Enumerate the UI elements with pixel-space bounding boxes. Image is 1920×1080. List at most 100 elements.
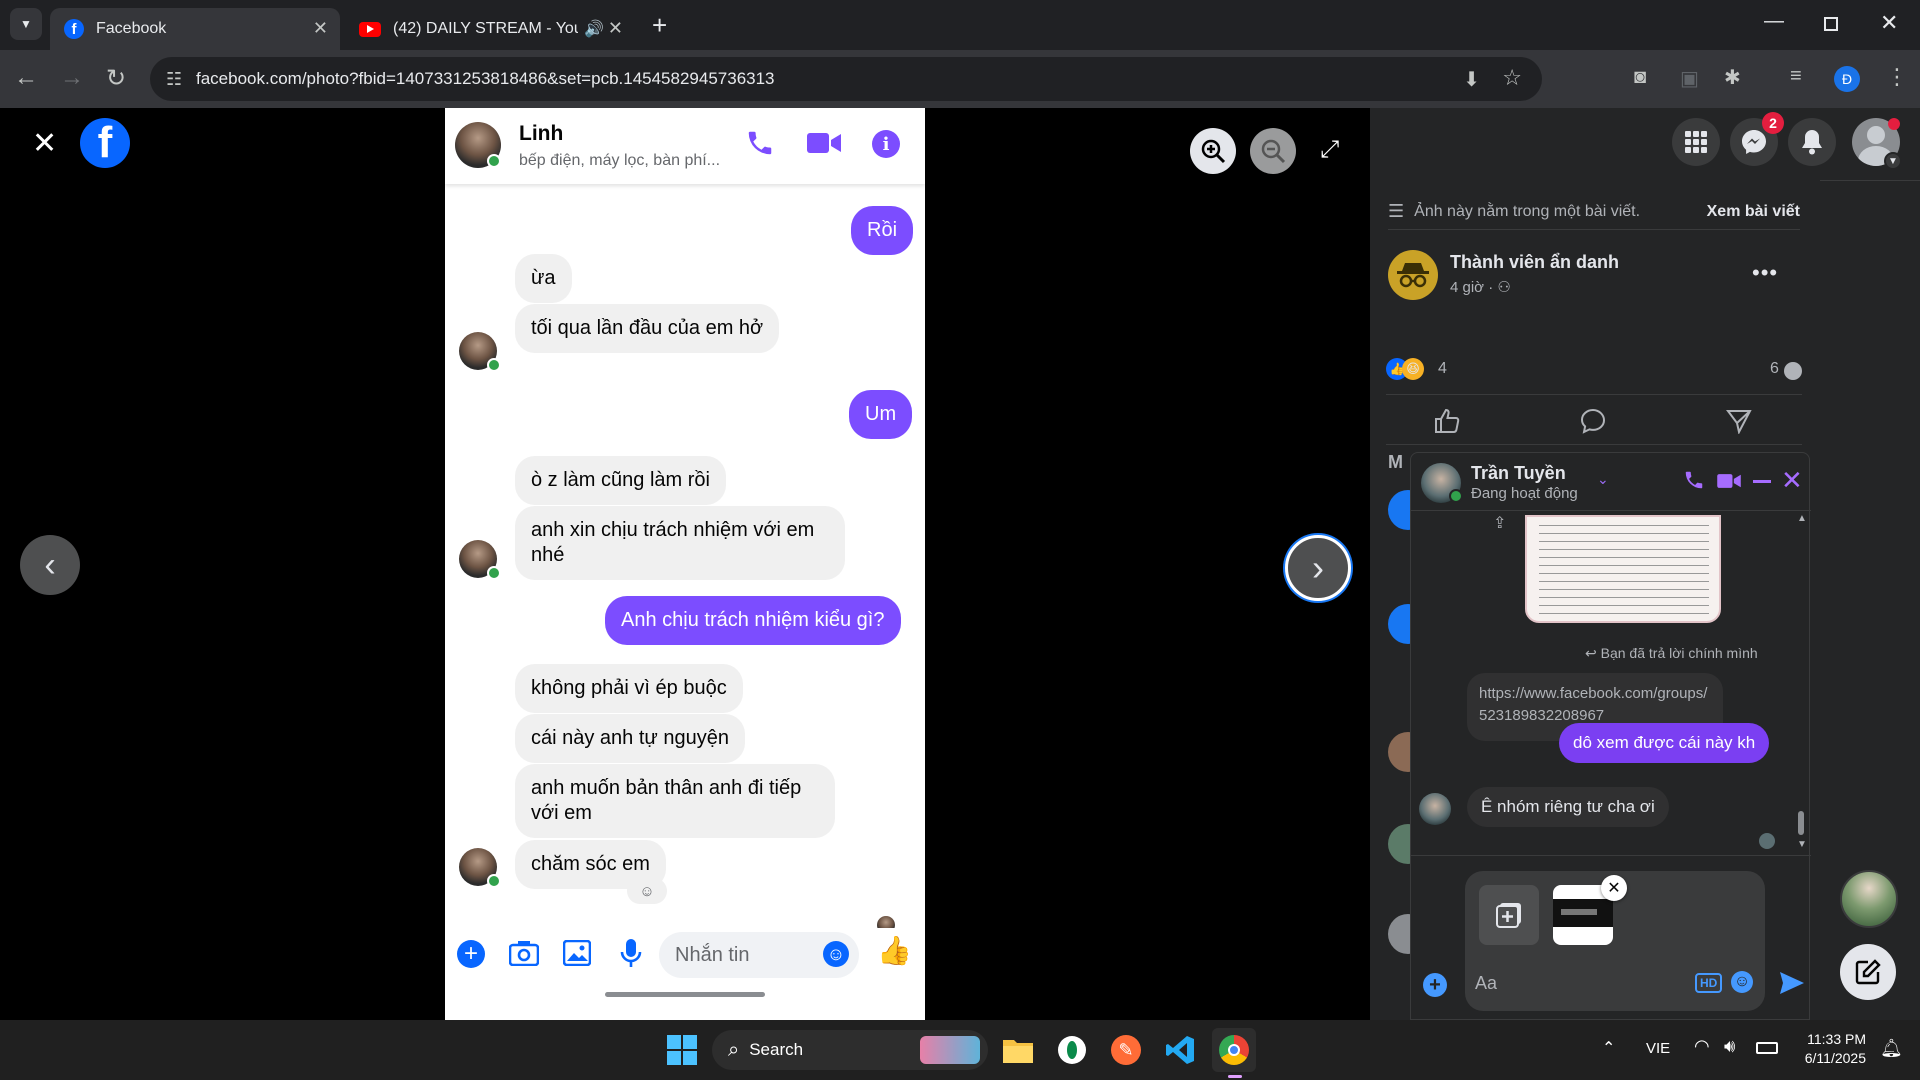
chrome-taskbar-icon[interactable]	[1212, 1028, 1256, 1078]
fullscreen-icon[interactable]: ⤢	[1320, 136, 1339, 164]
phone-call-icon[interactable]	[1683, 469, 1705, 491]
extensions-puzzle-icon[interactable]: ✱	[1724, 65, 1741, 90]
back-icon[interactable]: ←	[14, 64, 38, 92]
post-time: 4 giờ · ⚇	[1450, 278, 1511, 296]
new-message-button[interactable]	[1840, 944, 1896, 1000]
volume-icon[interactable]: 🔊︎	[1724, 1036, 1735, 1057]
install-app-icon[interactable]: ⬇	[1463, 67, 1480, 92]
zoom-out-button[interactable]	[1250, 128, 1296, 174]
media-control-icon[interactable]: ≡	[1790, 65, 1802, 88]
chat-window-header[interactable]: Trần Tuyền Đang hoạt động ⌄ ✕	[1411, 453, 1811, 511]
facebook-favicon-icon: f	[64, 19, 84, 39]
contact-name: Linh	[519, 122, 564, 145]
remove-attachment-button[interactable]: ✕	[1601, 875, 1627, 901]
anonymous-avatar[interactable]	[1388, 250, 1438, 300]
comment-count[interactable]: 6	[1770, 360, 1779, 378]
close-tab-icon[interactable]: ✕	[608, 18, 623, 39]
reaction-count[interactable]: 4	[1438, 360, 1447, 378]
restore-window-button[interactable]	[1824, 17, 1838, 31]
menu-grid-button[interactable]	[1672, 118, 1720, 166]
site-info-icon[interactable]: ☷	[166, 69, 182, 90]
view-post-link[interactable]: Xem bài viết	[1707, 203, 1800, 221]
tab-facebook[interactable]: f Facebook ✕	[50, 8, 340, 50]
address-bar[interactable]: ☷ facebook.com/photo?fbid=14073312538184…	[150, 57, 1542, 101]
share-button[interactable]	[1726, 408, 1752, 434]
like-button[interactable]	[1434, 408, 1460, 434]
close-chat-icon[interactable]: ✕	[1781, 465, 1803, 496]
message-bubble-incoming: anh muốn bản thân anh đi tiếp với em	[515, 764, 835, 838]
action-divider	[1386, 394, 1802, 395]
browser-tab-bar: ▼ f Facebook ✕ (42) DAILY STREAM - YouTu…	[0, 0, 1920, 50]
online-status-dot	[487, 358, 501, 372]
comments-section-label: M	[1388, 452, 1403, 472]
message-bubble-incoming: Ê nhóm riêng tư cha ơi	[1467, 787, 1669, 827]
input-placeholder: Nhắn tin	[675, 944, 750, 966]
add-attachment-button[interactable]	[1479, 885, 1539, 945]
tab-title: Facebook	[96, 20, 167, 37]
bookmark-star-icon[interactable]: ☆	[1502, 65, 1522, 91]
camera-icon	[509, 940, 539, 966]
message-bubble-incoming: tối qua lần đầu của em hở	[515, 304, 780, 353]
browser-menu-icon[interactable]: ⋮	[1886, 64, 1908, 90]
chat-contact-status: Đang hoạt động	[1471, 485, 1578, 502]
camera-extension-icon[interactable]: ◙	[1634, 66, 1646, 89]
post-more-options-icon[interactable]: •••	[1752, 260, 1778, 286]
clock-time: 11:33 PM	[1807, 1031, 1866, 1047]
shared-document-image[interactable]	[1525, 515, 1721, 623]
speaker-icon[interactable]: 🔊	[584, 19, 604, 39]
previous-photo-button[interactable]: ‹	[20, 535, 80, 595]
zoom-in-button[interactable]	[1190, 128, 1236, 174]
start-button[interactable]	[660, 1028, 704, 1072]
share-icon[interactable]: ⇪	[1493, 513, 1506, 533]
menu-grid-icon	[1685, 131, 1707, 153]
reply-arrow-icon: ↩	[1585, 645, 1601, 661]
show-hidden-icons-chevron[interactable]: ⌃	[1602, 1038, 1615, 1058]
video-call-icon[interactable]	[1717, 472, 1741, 490]
post-author[interactable]: Thành viên ẩn danh	[1450, 252, 1619, 273]
online-status-dot	[487, 154, 501, 168]
chat-message-input[interactable]: Aa	[1475, 973, 1497, 994]
next-photo-button[interactable]: ›	[1285, 535, 1351, 601]
tab-list-button[interactable]: ▼	[10, 8, 42, 40]
chat-scrollbar[interactable]: ▲ ▼	[1795, 513, 1807, 853]
chat-head-avatar[interactable]	[1840, 870, 1898, 928]
forward-icon[interactable]: →	[60, 64, 84, 92]
minimize-chat-icon[interactable]	[1753, 480, 1771, 483]
emoji-icon[interactable]: ☺	[1731, 971, 1753, 993]
file-explorer-icon[interactable]	[996, 1028, 1040, 1072]
notifications-button[interactable]	[1788, 118, 1836, 166]
tab-youtube[interactable]: (42) DAILY STREAM - YouTu 🔊 ✕	[345, 8, 635, 50]
search-highlight-image	[920, 1036, 980, 1064]
profile-avatar[interactable]: Đ	[1834, 66, 1860, 92]
scroll-thumb[interactable]	[1798, 811, 1804, 835]
postman-icon[interactable]: ✎	[1104, 1028, 1148, 1072]
vscode-icon[interactable]	[1158, 1028, 1202, 1072]
composer-divider	[1411, 855, 1811, 856]
scroll-up-arrow-icon[interactable]: ▲	[1797, 513, 1807, 524]
wifi-icon[interactable]: ◠	[1694, 1036, 1710, 1057]
new-tab-button[interactable]: +	[652, 10, 667, 41]
extension-disabled-icon[interactable]: ▣	[1680, 66, 1699, 91]
more-actions-plus-icon[interactable]: +	[1423, 973, 1447, 997]
minimize-window-button[interactable]: —	[1764, 10, 1784, 33]
scroll-down-arrow-icon[interactable]: ▼	[1797, 839, 1807, 850]
comment-button[interactable]	[1580, 408, 1606, 434]
language-indicator[interactable]: VIE	[1646, 1040, 1670, 1057]
battery-icon[interactable]	[1756, 1042, 1778, 1054]
hd-toggle-icon[interactable]: HD	[1695, 973, 1723, 993]
action-divider	[1386, 444, 1802, 445]
close-window-button[interactable]: ✕	[1880, 10, 1898, 36]
app-leaf-icon[interactable]	[1050, 1028, 1094, 1072]
clock[interactable]: 11:33 PM 6/11/2025	[1790, 1030, 1866, 1068]
reload-icon[interactable]: ↻	[106, 64, 126, 93]
privacy-icon: ⚇	[1497, 279, 1511, 296]
notification-center-icon[interactable]: 🔔︎	[1880, 1038, 1903, 1059]
facebook-logo[interactable]: f	[80, 118, 130, 168]
send-icon[interactable]	[1779, 971, 1805, 995]
taskbar-search[interactable]: ⌕ Search	[712, 1030, 988, 1070]
account-menu-chevron-icon[interactable]: ▼	[1884, 152, 1902, 170]
close-viewer-icon[interactable]: ✕	[32, 126, 57, 161]
chevron-down-icon[interactable]: ⌄	[1597, 471, 1609, 488]
close-tab-icon[interactable]: ✕	[313, 18, 328, 39]
chat-contact-name: Trần Tuyền	[1471, 463, 1566, 483]
